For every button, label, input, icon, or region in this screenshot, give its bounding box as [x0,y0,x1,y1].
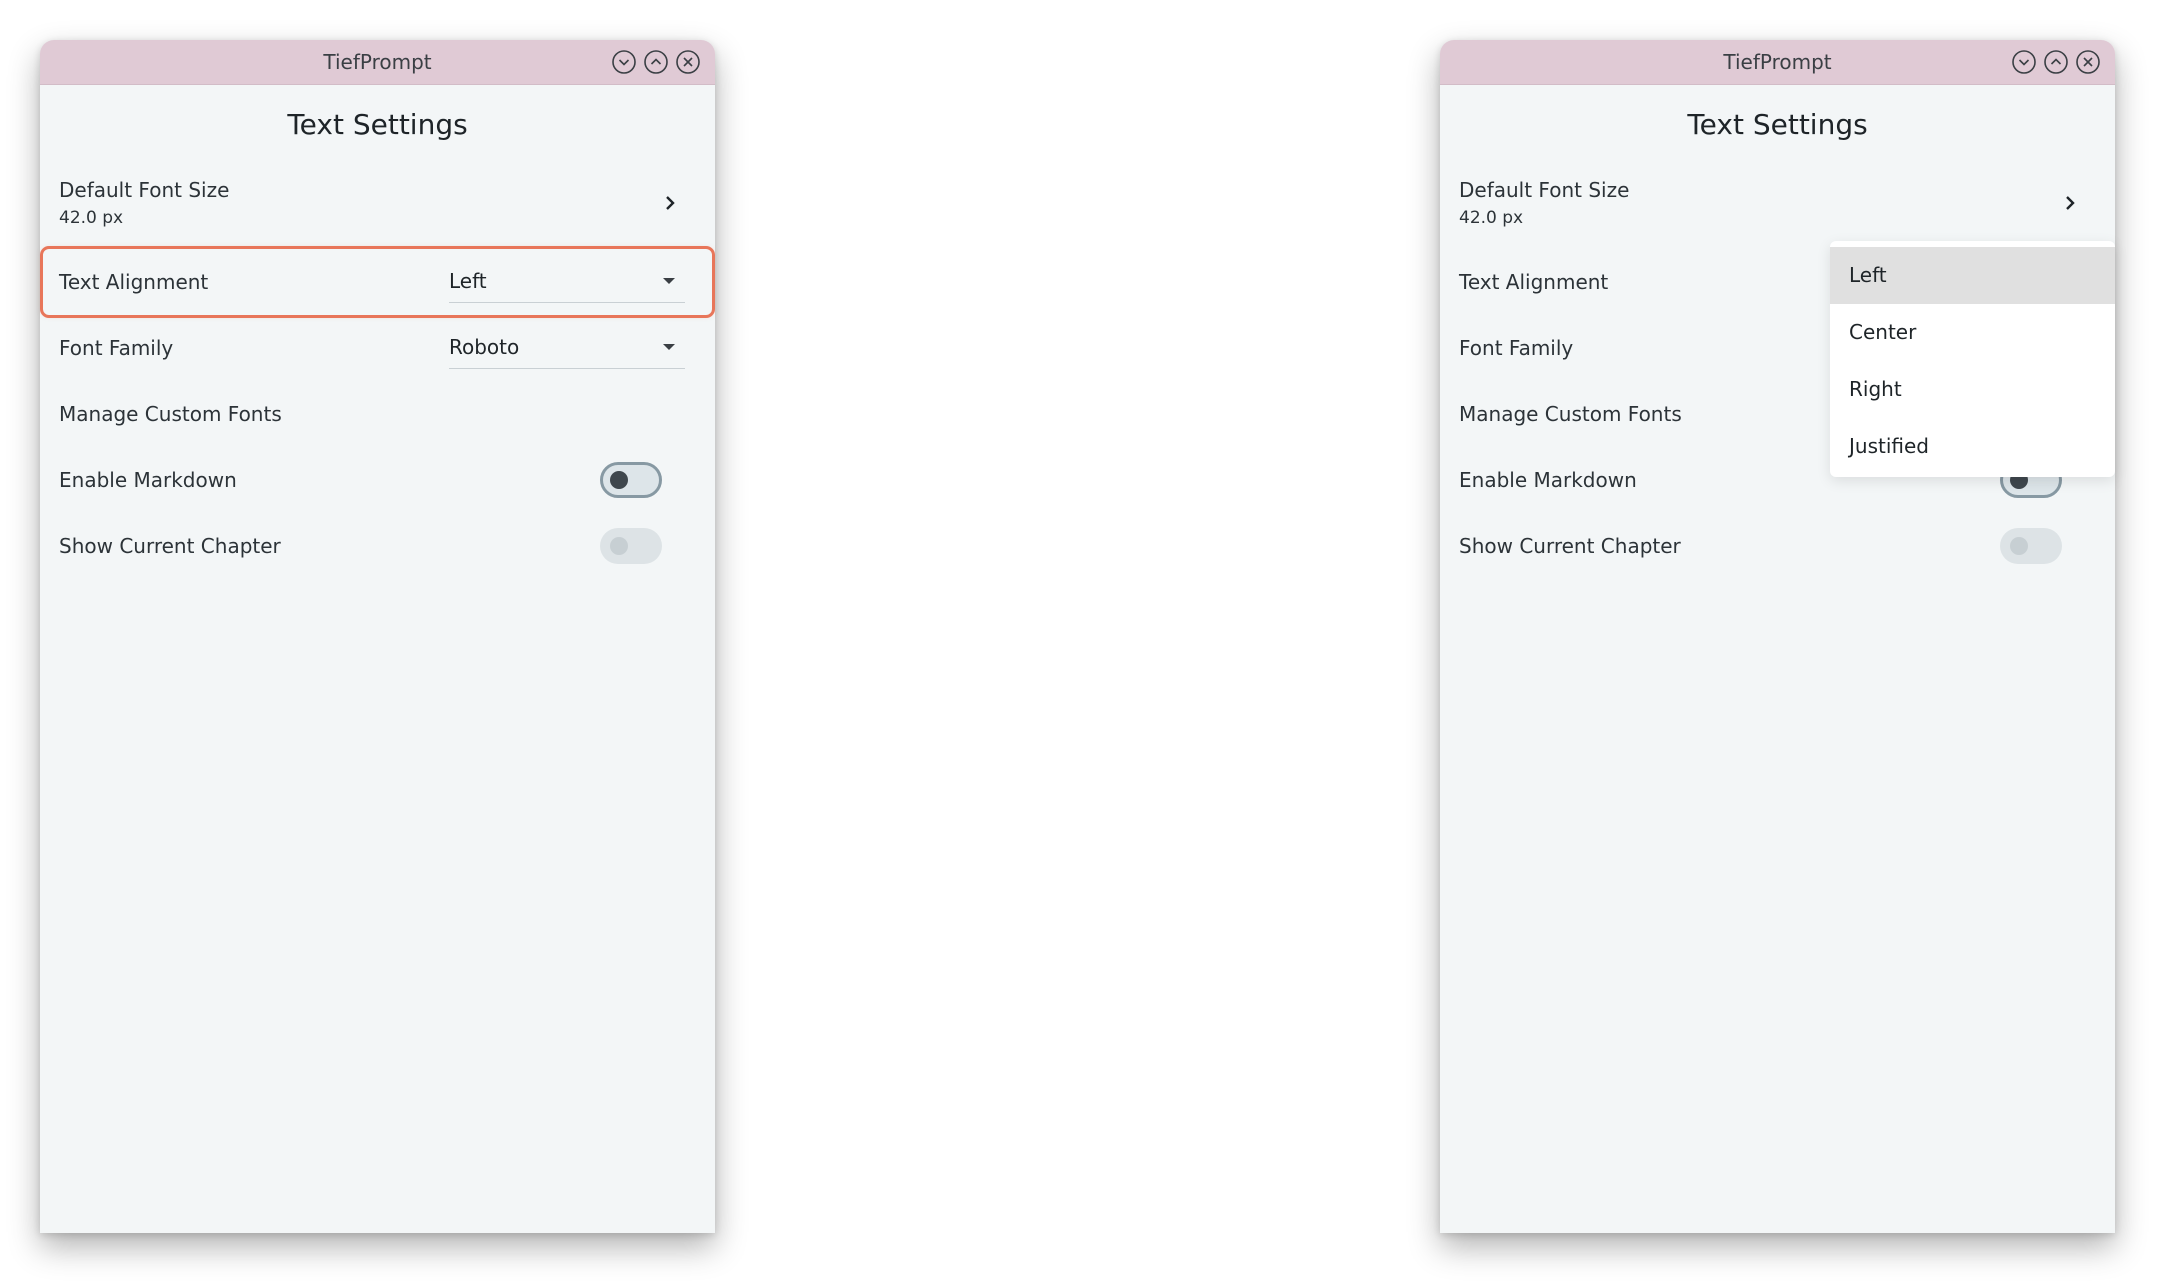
text-alignment-label: Text Alignment [1459,270,1609,294]
text-alignment-value: Left [449,269,487,293]
page-title: Text Settings [287,108,468,141]
chevron-right-icon [660,193,680,213]
font-family-select[interactable]: Roboto [449,327,685,369]
minimize-icon[interactable] [2011,49,2037,75]
window-controls [2011,49,2101,75]
show-current-chapter-row: Show Current Chapter [59,513,696,579]
titlebar[interactable]: TiefPrompt [1440,40,2115,85]
maximize-icon[interactable] [643,49,669,75]
settings-window-left: TiefPrompt Text Settings Default Font Si… [40,40,715,1233]
manage-custom-fonts-row[interactable]: Manage Custom Fonts [59,381,696,447]
default-font-size-row[interactable]: Default Font Size 42.0 px [59,157,696,249]
default-font-size-value: 42.0 px [1459,208,1524,228]
toggle-knob [610,537,628,555]
toggle-knob [2010,537,2028,555]
manage-custom-fonts-label: Manage Custom Fonts [59,402,282,426]
minimize-icon[interactable] [611,49,637,75]
text-alignment-select[interactable]: Left [449,261,685,303]
show-current-chapter-toggle[interactable] [2000,528,2062,564]
dropdown-option-left[interactable]: Left [1830,247,2115,304]
default-font-size-value: 42.0 px [59,208,124,228]
show-current-chapter-label: Show Current Chapter [59,534,281,558]
font-family-label: Font Family [1459,336,1574,360]
enable-markdown-toggle[interactable] [600,462,662,498]
enable-markdown-label: Enable Markdown [59,468,237,492]
titlebar[interactable]: TiefPrompt [40,40,715,85]
dropdown-option-right[interactable]: Right [1830,361,2115,418]
font-family-row: Font Family Roboto [59,315,696,381]
text-alignment-dropdown-menu: Left Center Right Justified [1830,241,2115,477]
manage-custom-fonts-label: Manage Custom Fonts [1459,402,1682,426]
dropdown-option-justified[interactable]: Justified [1830,418,2115,475]
toggle-knob [610,471,628,489]
default-font-size-row[interactable]: Default Font Size 42.0 px [1459,157,2096,249]
dropdown-arrow-icon [663,344,675,350]
show-current-chapter-toggle[interactable] [600,528,662,564]
show-current-chapter-row: Show Current Chapter [1459,513,2096,579]
enable-markdown-row: Enable Markdown [59,447,696,513]
dropdown-option-center[interactable]: Center [1830,304,2115,361]
text-alignment-row: Text Alignment Left [40,246,715,318]
font-family-label: Font Family [59,336,174,360]
page-title: Text Settings [1687,108,1868,141]
chevron-right-icon [2060,193,2080,213]
dropdown-arrow-icon [663,278,675,284]
enable-markdown-label: Enable Markdown [1459,468,1637,492]
window-controls [611,49,701,75]
default-font-size-label: Default Font Size [59,178,230,202]
default-font-size-label: Default Font Size [1459,178,1630,202]
text-alignment-label: Text Alignment [59,270,209,294]
settings-window-right: TiefPrompt Text Settings Default Font Si… [1440,40,2115,1233]
font-family-value: Roboto [449,335,520,359]
maximize-icon[interactable] [2043,49,2069,75]
show-current-chapter-label: Show Current Chapter [1459,534,1681,558]
close-icon[interactable] [2075,49,2101,75]
close-icon[interactable] [675,49,701,75]
